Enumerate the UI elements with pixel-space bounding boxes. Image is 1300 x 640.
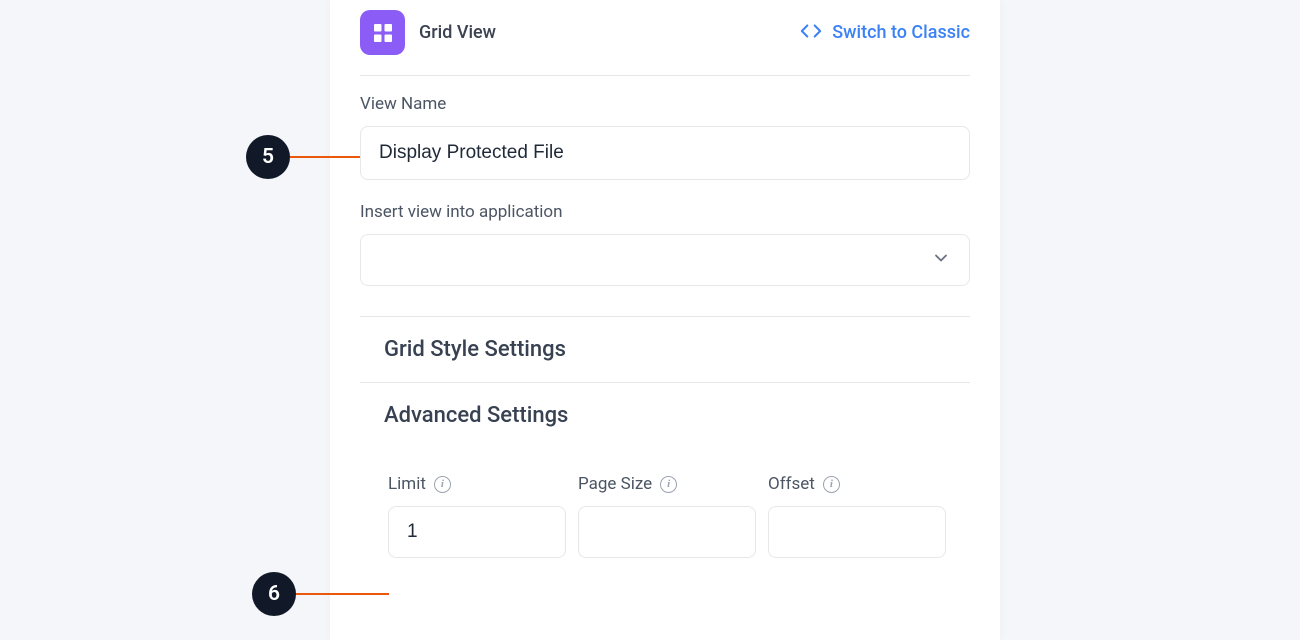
annotation-badge-5: 5 <box>246 135 290 179</box>
annotation-line-5 <box>290 156 360 158</box>
insert-view-label: Insert view into application <box>360 202 970 222</box>
offset-input[interactable] <box>768 506 946 558</box>
advanced-settings-header[interactable]: Advanced Settings <box>360 383 970 434</box>
limit-input[interactable] <box>388 506 566 558</box>
view-name-label: View Name <box>360 94 970 114</box>
limit-group: Limit i <box>388 474 566 558</box>
page-size-label: Page Size <box>578 474 652 494</box>
code-icon <box>800 20 822 46</box>
panel-title: Grid View <box>419 22 496 43</box>
view-name-input[interactable] <box>360 126 970 180</box>
switch-to-classic-link[interactable]: Switch to Classic <box>800 20 970 46</box>
panel-header: Grid View Switch to Classic <box>360 10 970 76</box>
info-icon[interactable]: i <box>660 476 677 493</box>
offset-label: Offset <box>768 474 815 494</box>
annotation-badge-6: 6 <box>252 572 296 616</box>
info-icon[interactable]: i <box>434 476 451 493</box>
limit-label: Limit <box>388 474 426 494</box>
view-name-group: View Name <box>360 94 970 180</box>
chevron-down-icon <box>931 248 951 273</box>
settings-panel: Grid View Switch to Classic View Name In… <box>330 0 1000 640</box>
page-size-input[interactable] <box>578 506 756 558</box>
header-left: Grid View <box>360 10 496 55</box>
insert-view-select[interactable] <box>360 234 970 286</box>
advanced-fields-row: Limit i Page Size i Offset i <box>360 434 970 558</box>
grid-view-icon <box>360 10 405 55</box>
switch-to-classic-label: Switch to Classic <box>832 22 970 43</box>
annotation-line-6 <box>296 593 389 595</box>
grid-style-settings-header[interactable]: Grid Style Settings <box>360 317 970 383</box>
insert-view-group: Insert view into application <box>360 202 970 286</box>
page-size-group: Page Size i <box>578 474 756 558</box>
offset-group: Offset i <box>768 474 946 558</box>
info-icon[interactable]: i <box>823 476 840 493</box>
